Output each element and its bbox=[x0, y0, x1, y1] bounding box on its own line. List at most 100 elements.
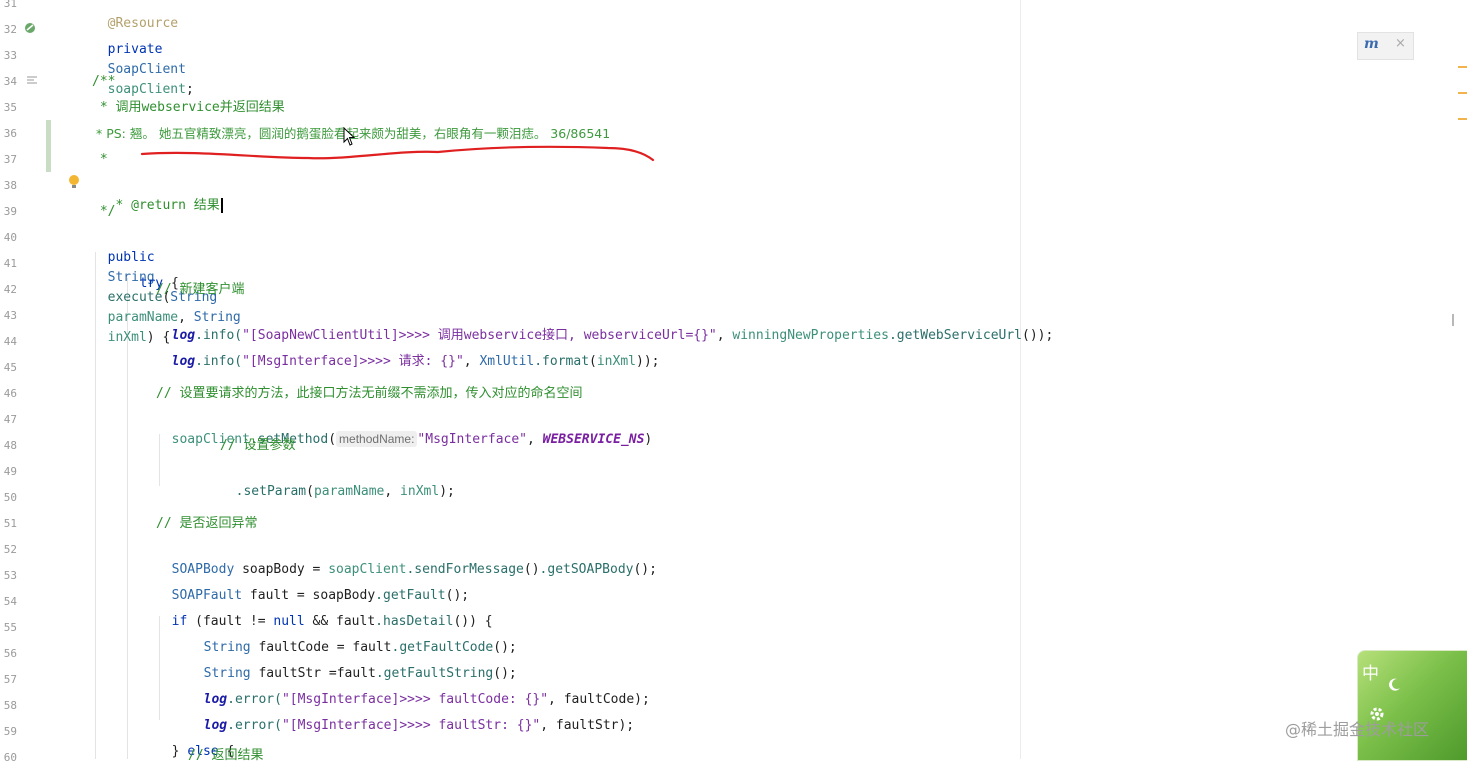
punctuation: ( bbox=[328, 432, 337, 447]
red-underline-annotation bbox=[140, 145, 655, 162]
code-line-32[interactable]: private SoapClient soapClient; bbox=[92, 20, 194, 97]
type-name: SoapClient bbox=[107, 62, 186, 77]
code-line-60[interactable]: // 返回结果 bbox=[188, 746, 263, 766]
code-line-57[interactable]: log.error("[MsgInterface]>>>> faultCode:… bbox=[188, 670, 650, 707]
code-line-51[interactable]: // 是否返回异常 bbox=[156, 514, 257, 534]
method-call: .getSOAPBody bbox=[539, 562, 634, 577]
fold-icon[interactable] bbox=[26, 75, 38, 91]
param-name: inXml bbox=[596, 354, 636, 369]
punctuation: , bbox=[384, 484, 401, 499]
punctuation: )); bbox=[636, 354, 660, 369]
code-line-59[interactable]: } else { bbox=[156, 722, 235, 759]
scrollbar-thumb[interactable] bbox=[1452, 314, 1454, 326]
right-margin-guide bbox=[1020, 0, 1021, 759]
code-line-34[interactable]: /** bbox=[92, 72, 115, 92]
punctuation: ( bbox=[589, 354, 597, 369]
indent-guide bbox=[127, 278, 128, 759]
string-literal: "MsgInterface" bbox=[417, 432, 527, 447]
line-number: 37 bbox=[3, 153, 17, 166]
punctuation: , bbox=[527, 432, 543, 447]
field-name: soapClient bbox=[107, 82, 186, 97]
punctuation: (); bbox=[633, 562, 657, 577]
keyword: private bbox=[107, 42, 163, 57]
line-number: 36 bbox=[3, 127, 17, 140]
line-number: 32 bbox=[3, 23, 17, 36]
code-line-58[interactable]: log.error("[MsgInterface]>>>> faultStr: … bbox=[188, 696, 634, 733]
punctuation: ; bbox=[185, 82, 194, 97]
line-number: 50 bbox=[3, 491, 17, 504]
ime-widget[interactable]: 中 bbox=[1357, 650, 1467, 761]
line-number: 33 bbox=[3, 49, 17, 62]
moon-icon[interactable] bbox=[1386, 677, 1402, 693]
line-number: 54 bbox=[3, 595, 17, 608]
text-caret bbox=[220, 198, 223, 213]
line-number: 44 bbox=[3, 335, 17, 348]
plugin-logo-icon: m bbox=[1364, 36, 1379, 52]
error-stripe-marker[interactable] bbox=[1458, 92, 1467, 94]
punctuation: ()); bbox=[1022, 328, 1054, 343]
method-call: .setParam bbox=[235, 484, 307, 499]
string-literal: "[MsgInterface]>>>> 请求: {}" bbox=[242, 354, 464, 369]
method-call: .info( bbox=[195, 354, 243, 369]
code-line-39[interactable]: */ bbox=[92, 202, 116, 222]
line-number: 42 bbox=[3, 283, 17, 296]
line-number: 35 bbox=[3, 101, 17, 114]
lightbulb-icon[interactable] bbox=[68, 174, 80, 194]
code-line-54[interactable]: if (fault != null && fault.hasDetail()) … bbox=[156, 592, 493, 629]
line-number: 52 bbox=[3, 543, 17, 556]
line-number: 56 bbox=[3, 647, 17, 660]
line-number: 39 bbox=[3, 205, 17, 218]
line-number: 53 bbox=[3, 569, 17, 582]
parameter-hint: methodName: bbox=[336, 431, 418, 447]
punctuation: , bbox=[463, 354, 480, 369]
code-line-49[interactable]: .setParam(paramName, inXml); bbox=[220, 462, 455, 499]
code-line-38[interactable]: * @return 结果 bbox=[92, 176, 223, 213]
code-line-31[interactable]: @Resource bbox=[92, 0, 178, 31]
line-number: 48 bbox=[3, 439, 17, 452]
code-line-55[interactable]: String faultCode = fault.getFaultCode(); bbox=[188, 618, 517, 655]
punctuation: , bbox=[716, 328, 733, 343]
code-line-37[interactable]: * bbox=[92, 150, 108, 170]
line-number: 55 bbox=[3, 621, 17, 634]
plugin-notification-popup[interactable]: m × bbox=[1357, 32, 1414, 60]
change-marker bbox=[46, 120, 51, 172]
string-literal: "[MsgInterface]>>>> faultStr: {}" bbox=[281, 718, 541, 733]
code-line-53[interactable]: SOAPFault fault = soapBody.getFault(); bbox=[156, 566, 469, 603]
code-line-44[interactable]: log.info("[MsgInterface]>>>> 请求: {}", Xm… bbox=[156, 332, 660, 369]
comment-text: * @return 结果 bbox=[107, 198, 220, 213]
line-number: 51 bbox=[3, 517, 17, 530]
error-stripe-marker[interactable] bbox=[1458, 66, 1467, 68]
injection-leaf-icon[interactable] bbox=[24, 22, 36, 38]
line-number: 60 bbox=[3, 751, 17, 764]
punctuation: ( bbox=[306, 484, 314, 499]
ime-mode-indicator[interactable]: 中 bbox=[1362, 659, 1379, 684]
line-number: 31 bbox=[3, 0, 17, 10]
code-line-43[interactable]: log.info("[SoapNewClientUtil]>>>> 调用webs… bbox=[156, 306, 1054, 343]
line-number: 34 bbox=[3, 75, 17, 88]
line-number: 58 bbox=[3, 699, 17, 712]
watermark-text: @稀土掘金技术社区 bbox=[1285, 720, 1430, 739]
method-call: .error( bbox=[227, 718, 282, 733]
line-number: 46 bbox=[3, 387, 17, 400]
line-number: 57 bbox=[3, 673, 17, 686]
line-number: 49 bbox=[3, 465, 17, 478]
line-number: 59 bbox=[3, 725, 17, 738]
line-number: 38 bbox=[3, 179, 17, 192]
code-line-41[interactable]: try { bbox=[124, 254, 179, 291]
method-call: .format bbox=[534, 354, 590, 369]
line-number: 41 bbox=[3, 257, 17, 270]
punctuation: ) bbox=[644, 432, 653, 447]
code-text: , faultStr); bbox=[540, 718, 635, 733]
field-name: winningNewProperties bbox=[732, 328, 889, 343]
close-icon[interactable]: × bbox=[1395, 36, 1406, 51]
code-line-35[interactable]: * 调用webservice并返回结果 bbox=[92, 98, 285, 118]
keyword: if bbox=[171, 614, 188, 629]
code-line-47[interactable]: soapClient.setMethod(methodName: "MsgInte… bbox=[156, 410, 652, 447]
code-line-56[interactable]: String faultStr =fault.getFaultString(); bbox=[188, 644, 517, 681]
code-line-46[interactable]: // 设置要请求的方法，此接口方法无前缀不需添加，传入对应的命名空间 bbox=[156, 384, 582, 404]
code-line-48[interactable]: // 设置参数 bbox=[220, 436, 295, 456]
code-line-52[interactable]: SOAPBody soapBody = soapClient.sendForMe… bbox=[156, 540, 657, 577]
code-line-42[interactable]: // 新建客户端 bbox=[156, 280, 244, 300]
code-line-40[interactable]: public String execute(String paramName, … bbox=[92, 228, 241, 345]
error-stripe-marker[interactable] bbox=[1458, 118, 1467, 120]
